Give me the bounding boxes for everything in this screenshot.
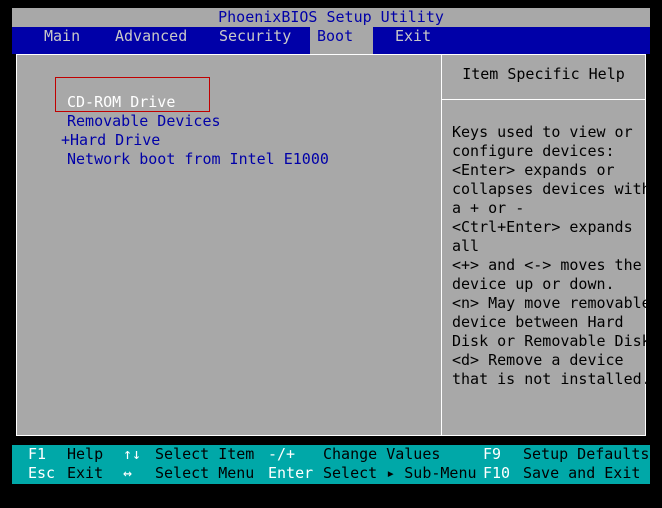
key-f9-desc: Setup Defaults [523,445,650,463]
bios-screen: PhoenixBIOS Setup Utility Main Advanced … [12,8,651,484]
key-leftright-desc: Select Menu [155,464,255,482]
key-f10: F10 [483,464,511,482]
tab-security-label: Security [219,27,292,45]
help-text: Keys used to view or configure devices: … [452,123,651,389]
help-line: that is not installed. [452,370,651,388]
window-title: PhoenixBIOS Setup Utility [12,8,650,27]
help-line: <d> Remove a device [452,351,624,369]
key-updown-desc: Select Item [155,445,255,463]
main-panel: CD-ROM Drive Removable Devices +Hard Dri… [16,54,651,436]
tab-boot[interactable]: Boot [310,27,373,54]
help-line: all [452,237,480,255]
tab-advanced[interactable]: Advanced [109,27,193,46]
help-line: collapses devices with [452,180,651,198]
key-f1-desc: Help [67,445,104,463]
help-line: Keys used to view or [452,123,633,141]
boot-item-cdrom[interactable]: CD-ROM Drive [67,93,175,112]
key-leftright-icon: ↔ [123,464,133,482]
help-line: device between Hard [452,313,624,331]
key-legend: F1 Help ↑↓ Select Item -/+ Change Values… [12,445,650,484]
tab-security[interactable]: Security [213,27,297,46]
key-legend-row-2: Esc Exit ↔ Select Menu Enter Select ▸ Su… [12,464,650,483]
key-minus-plus-desc: Change Values [323,445,441,463]
help-line: <n> May move removable [452,294,651,312]
tab-exit-label: Exit [395,27,432,45]
key-enter: Enter [268,464,314,482]
help-title: Item Specific Help [442,55,645,100]
tab-advanced-label: Advanced [115,27,188,45]
key-esc: Esc [28,464,56,482]
menu-bar: Main Advanced Security Boot Exit [12,27,650,54]
key-f10-desc: Save and Exit [523,464,641,482]
tab-main[interactable]: Main [38,27,86,46]
boot-item-hard-drive[interactable]: +Hard Drive [61,131,160,150]
help-line: device up or down. [452,275,615,293]
boot-item-network[interactable]: Network boot from Intel E1000 [67,150,329,169]
boot-item-removable[interactable]: Removable Devices [67,112,221,131]
key-updown-icon: ↑↓ [123,445,142,463]
key-enter-desc: Select ▸ Sub-Menu [323,464,477,482]
help-line: configure devices: [452,142,615,160]
key-esc-desc: Exit [67,464,104,482]
help-line: a + or - [452,199,525,217]
help-line: <Ctrl+Enter> expands [452,218,633,236]
help-line: Disk or Removable Disk [452,332,651,350]
boot-order-pane: CD-ROM Drive Removable Devices +Hard Dri… [17,55,442,435]
key-minus-plus: -/+ [268,445,296,463]
help-pane: Item Specific Help Keys used to view or … [442,55,651,435]
tab-main-label: Main [44,27,81,45]
key-f9: F9 [483,445,502,463]
help-line: <Enter> expands or [452,161,615,179]
tab-exit[interactable]: Exit [389,27,437,46]
key-legend-row-1: F1 Help ↑↓ Select Item -/+ Change Values… [12,445,650,464]
tab-boot-label: Boot [317,27,354,45]
key-f1: F1 [28,445,47,463]
help-line: <+> and <-> moves the [452,256,642,274]
